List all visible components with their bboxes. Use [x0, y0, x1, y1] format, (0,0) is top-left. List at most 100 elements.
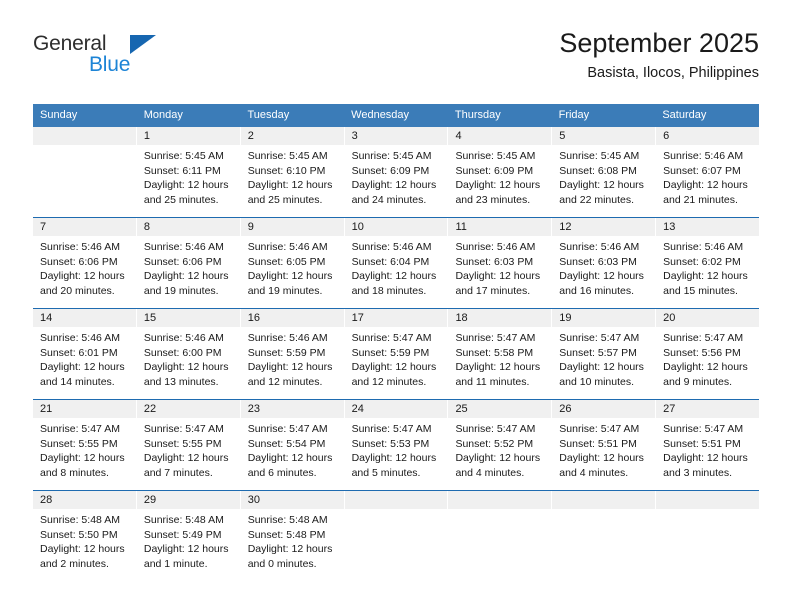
day-cell[interactable]: 12 Sunrise: 5:46 AM Sunset: 6:03 PM Dayligh…	[552, 218, 657, 308]
day-cell[interactable]: 16 Sunrise: 5:46 AM Sunset: 5:59 PM Dayligh…	[240, 309, 345, 399]
day-details: Sunrise: 5:47 AM Sunset: 5:56 PM Daylight:…	[656, 327, 759, 389]
day-details: Sunrise: 5:47 AM Sunset: 5:51 PM Daylight:…	[656, 418, 759, 480]
day-cell[interactable]: 9 Sunrise: 5:46 AM Sunset: 6:05 PM Daylight…	[240, 218, 345, 308]
sunset-text: Sunset: 5:55 PM	[40, 437, 118, 450]
day-cell[interactable]: 17 Sunrise: 5:47 AM Sunset: 5:59 PM Dayligh…	[344, 309, 449, 399]
day-cell[interactable]: 13 Sunrise: 5:46 AM Sunset: 6:02 PM Dayligh…	[656, 218, 760, 308]
day-cell[interactable]: 15 Sunrise: 5:46 AM Sunset: 6:00 PM Dayligh…	[136, 309, 241, 399]
daylight-text-line1: Daylight: 12 hours	[143, 179, 229, 192]
daylight-text-line2: and 21 minutes.	[663, 193, 738, 206]
daylight-text-line2: and 11 minutes.	[455, 375, 530, 388]
day-number: 1	[136, 127, 240, 145]
day-number: 5	[552, 127, 656, 145]
page-title: September 2025	[559, 28, 759, 58]
day-cell[interactable]: 14 Sunrise: 5:46 AM Sunset: 6:01 PM Dayligh…	[33, 309, 137, 399]
day-cell[interactable]: 29 Sunrise: 5:48 AM Sunset: 5:49 PM Dayligh…	[136, 491, 241, 581]
day-cell[interactable]: 11 Sunrise: 5:46 AM Sunset: 6:03 PM Dayligh…	[448, 218, 553, 308]
day-cell[interactable]: 26 Sunrise: 5:47 AM Sunset: 5:51 PM Dayligh…	[552, 400, 657, 490]
day-cell[interactable]: 30 Sunrise: 5:48 AM Sunset: 5:48 PM Dayligh…	[240, 491, 345, 581]
daylight-text-line1: Daylight: 12 hours	[455, 361, 541, 374]
calendar-week-row: 28 Sunrise: 5:48 AM Sunset: 5:50 PM Dayligh…	[33, 490, 760, 581]
day-cell[interactable]: 4 Sunrise: 5:45 AM Sunset: 6:09 PM Daylight…	[448, 127, 553, 217]
daylight-text-line1: Daylight: 12 hours	[663, 452, 748, 465]
daylight-text-line2: and 17 minutes.	[455, 284, 531, 297]
day-cell[interactable]: 25 Sunrise: 5:47 AM Sunset: 5:52 PM Dayligh…	[448, 400, 553, 490]
sunset-text: Sunset: 6:09 PM	[351, 164, 430, 177]
sunrise-text: Sunrise: 5:46 AM	[663, 150, 744, 162]
sunset-text: Sunset: 5:58 PM	[455, 346, 534, 359]
daylight-text-line1: Daylight: 12 hours	[143, 543, 229, 556]
day-cell[interactable]: 20 Sunrise: 5:47 AM Sunset: 5:56 PM Dayligh…	[656, 309, 760, 399]
calendar-weeks: 1 Sunrise: 5:45 AM Sunset: 6:11 PM Daylight…	[33, 127, 760, 581]
daylight-text-line1: Daylight: 12 hours	[143, 361, 229, 374]
day-cell-empty	[552, 491, 657, 581]
day-number: 12	[552, 218, 656, 236]
day-cell[interactable]: 6 Sunrise: 5:46 AM Sunset: 6:07 PM Daylight…	[656, 127, 760, 217]
sunset-text: Sunset: 5:56 PM	[663, 346, 741, 359]
day-cell[interactable]: 27 Sunrise: 5:47 AM Sunset: 5:51 PM Dayligh…	[656, 400, 760, 490]
daylight-text-line2: and 19 minutes.	[143, 284, 219, 297]
sunset-text: Sunset: 6:00 PM	[143, 346, 222, 359]
day-cell[interactable]: 22 Sunrise: 5:47 AM Sunset: 5:55 PM Dayligh…	[136, 400, 241, 490]
day-number	[448, 491, 552, 509]
day-cell[interactable]: 1 Sunrise: 5:45 AM Sunset: 6:11 PM Daylight…	[136, 127, 241, 217]
sunset-text: Sunset: 6:03 PM	[455, 255, 534, 268]
daylight-text-line1: Daylight: 12 hours	[247, 452, 333, 465]
daylight-text-line2: and 24 minutes.	[351, 193, 427, 206]
page-subtitle: Basista, Ilocos, Philippines	[587, 65, 759, 81]
day-cell[interactable]: 8 Sunrise: 5:46 AM Sunset: 6:06 PM Daylight…	[136, 218, 241, 308]
calendar-week-row: 14 Sunrise: 5:46 AM Sunset: 6:01 PM Dayligh…	[33, 308, 760, 399]
day-details: Sunrise: 5:46 AM Sunset: 6:04 PM Daylight:…	[345, 236, 448, 298]
day-cell[interactable]: 10 Sunrise: 5:46 AM Sunset: 6:04 PM Dayligh…	[344, 218, 449, 308]
day-cell[interactable]: 23 Sunrise: 5:47 AM Sunset: 5:54 PM Dayligh…	[240, 400, 345, 490]
sunrise-text: Sunrise: 5:48 AM	[247, 514, 328, 526]
day-number: 11	[448, 218, 552, 236]
day-number: 30	[240, 491, 344, 509]
day-cell[interactable]: 18 Sunrise: 5:47 AM Sunset: 5:58 PM Dayligh…	[448, 309, 553, 399]
sunset-text: Sunset: 5:52 PM	[455, 437, 534, 450]
day-details: Sunrise: 5:45 AM Sunset: 6:08 PM Daylight:…	[552, 145, 655, 207]
day-cell[interactable]: 7 Sunrise: 5:46 AM Sunset: 6:06 PM Daylight…	[33, 218, 137, 308]
day-number: 6	[656, 127, 760, 145]
day-cell[interactable]: 5 Sunrise: 5:45 AM Sunset: 6:08 PM Daylight…	[552, 127, 657, 217]
daylight-text-line1: Daylight: 12 hours	[351, 270, 437, 283]
sunrise-text: Sunrise: 5:47 AM	[455, 332, 536, 344]
daylight-text-line2: and 25 minutes.	[143, 193, 219, 206]
daylight-text-line1: Daylight: 12 hours	[559, 452, 644, 465]
day-details: Sunrise: 5:46 AM Sunset: 6:05 PM Daylight:…	[241, 236, 344, 298]
weekday-header-saturday: Saturday	[662, 109, 707, 121]
page-header: General Blue September 2025 Basista, Ilo…	[33, 26, 759, 96]
sunrise-text: Sunrise: 5:45 AM	[455, 150, 536, 162]
day-cell[interactable]: 21 Sunrise: 5:47 AM Sunset: 5:55 PM Dayligh…	[33, 400, 137, 490]
day-number: 14	[33, 309, 136, 327]
day-cell[interactable]: 19 Sunrise: 5:47 AM Sunset: 5:57 PM Dayligh…	[552, 309, 657, 399]
day-cell[interactable]: 28 Sunrise: 5:48 AM Sunset: 5:50 PM Dayligh…	[33, 491, 137, 581]
sunrise-text: Sunrise: 5:46 AM	[40, 332, 120, 344]
daylight-text-line2: and 12 minutes.	[247, 375, 323, 388]
daylight-text-line2: and 25 minutes.	[247, 193, 323, 206]
general-blue-logo[interactable]: General Blue	[33, 26, 213, 82]
title-block: September 2025 Basista, Ilocos, Philippi…	[559, 26, 759, 84]
daylight-text-line1: Daylight: 12 hours	[143, 452, 229, 465]
sunrise-text: Sunrise: 5:47 AM	[351, 332, 432, 344]
calendar-week-row: 1 Sunrise: 5:45 AM Sunset: 6:11 PM Daylight…	[33, 127, 760, 217]
sunrise-text: Sunrise: 5:47 AM	[247, 423, 328, 435]
day-number: 27	[656, 400, 760, 418]
day-cell[interactable]: 3 Sunrise: 5:45 AM Sunset: 6:09 PM Daylight…	[344, 127, 449, 217]
day-number: 10	[344, 218, 448, 236]
weekday-header-tuesday: Tuesday	[247, 109, 290, 121]
weekday-header-row: Sunday Monday Tuesday Wednesday Thursday Frid…	[33, 104, 759, 127]
day-cell[interactable]: 2 Sunrise: 5:45 AM Sunset: 6:10 PM Daylight…	[240, 127, 345, 217]
day-cell[interactable]: 24 Sunrise: 5:47 AM Sunset: 5:53 PM Dayligh…	[344, 400, 449, 490]
sunrise-text: Sunrise: 5:48 AM	[40, 514, 120, 526]
logo-triangle-icon	[130, 35, 156, 54]
daylight-text-line1: Daylight: 12 hours	[247, 179, 333, 192]
daylight-text-line2: and 15 minutes.	[663, 284, 738, 297]
daylight-text-line1: Daylight: 12 hours	[247, 543, 333, 556]
day-details: Sunrise: 5:46 AM Sunset: 6:03 PM Daylight:…	[448, 236, 551, 298]
sunrise-text: Sunrise: 5:45 AM	[143, 150, 224, 162]
day-number: 22	[136, 400, 240, 418]
day-number	[656, 491, 760, 509]
day-details: Sunrise: 5:48 AM Sunset: 5:49 PM Daylight:…	[137, 509, 240, 571]
daylight-text-line2: and 13 minutes.	[143, 375, 219, 388]
